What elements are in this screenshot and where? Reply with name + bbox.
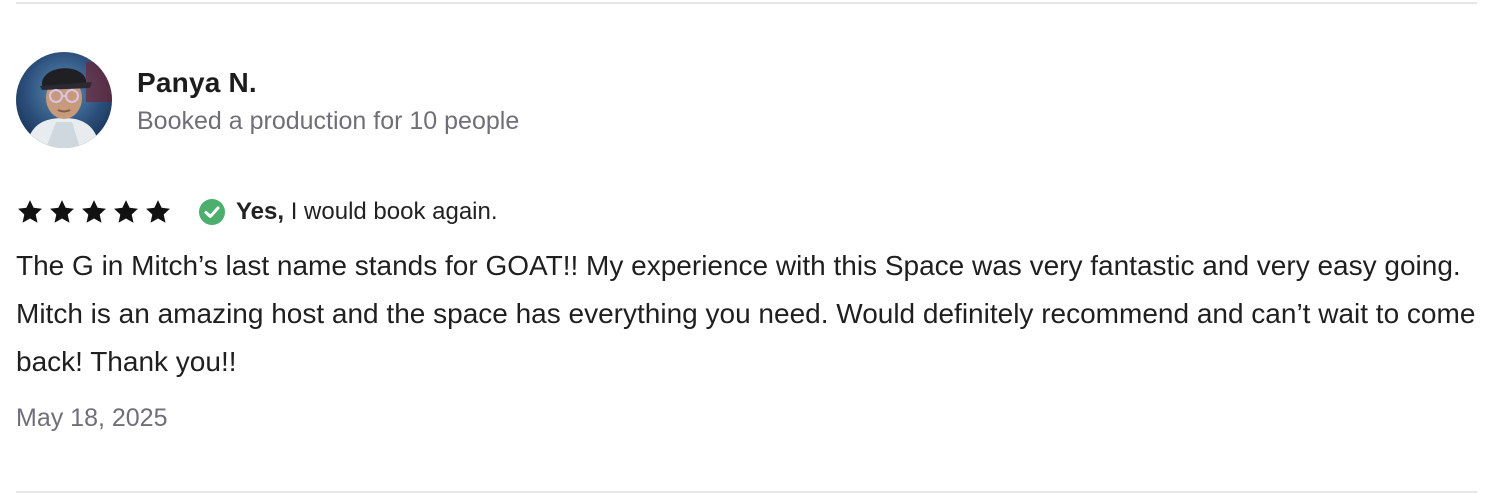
book-again-indicator: Yes, I would book again. [198,198,498,226]
check-circle-icon [198,198,226,226]
reviewer-name[interactable]: Panya N. [137,66,519,100]
booking-info: Booked a production for 10 people [137,107,520,135]
top-divider [16,2,1477,4]
review-text: The G in Mitch’s last name stands for GO… [16,250,1476,377]
star-icon [16,198,44,226]
star-icon [144,198,172,226]
star-icon [80,198,108,226]
review-date: May 18, 2025 [16,404,168,432]
star-rating [16,198,176,226]
book-again-statement: I would book again. [284,198,498,225]
book-again-answer: Yes, [236,198,285,225]
bottom-divider [16,491,1477,493]
rating-row: Yes, I would book again. [16,195,1476,229]
book-again-text: Yes, I would book again. [236,198,498,226]
reviewer-header: Panya N. Booked a production for 10 peop… [16,52,1476,148]
reviewer-info: Panya N. Booked a production for 10 peop… [137,66,519,136]
review-card: Panya N. Booked a production for 10 peop… [16,52,1476,433]
reviewer-avatar[interactable] [16,52,112,148]
star-icon [112,198,140,226]
star-icon [48,198,76,226]
